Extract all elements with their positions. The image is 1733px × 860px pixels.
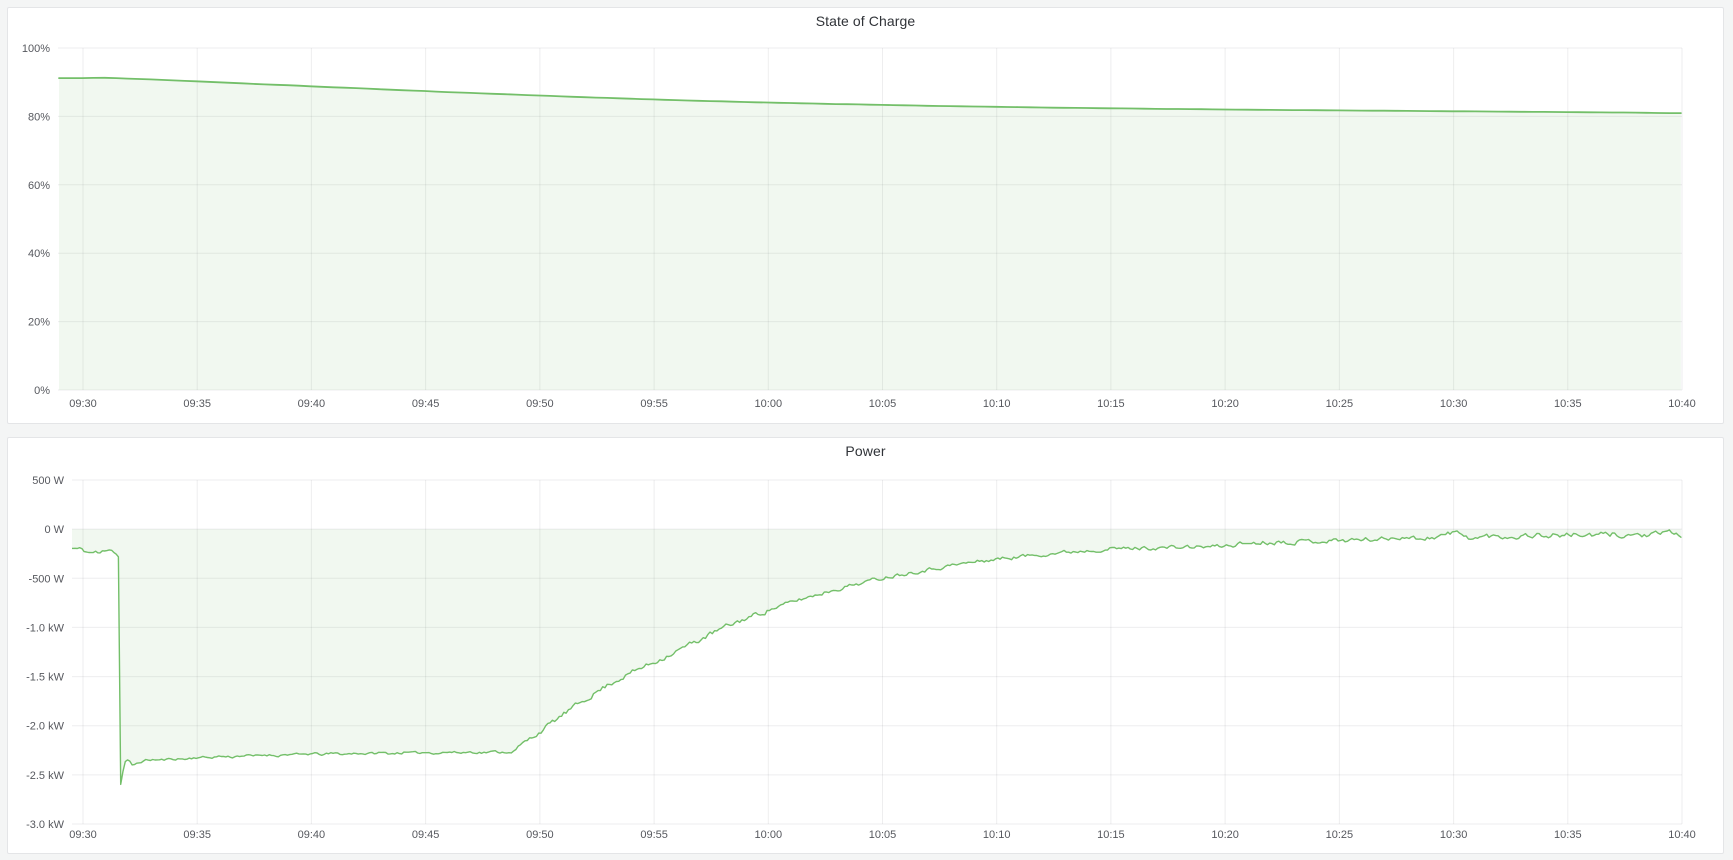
y-tick-label: 40%	[28, 248, 50, 260]
soc-chart[interactable]: 100% 80% 60% 40% 20% 0% 09:30 09:35 09:40 09:45 09…	[8, 34, 1723, 423]
x-tick-label: 09:55	[640, 829, 668, 841]
x-tick-label: 09:30	[69, 829, 97, 841]
x-tick-label: 10:40	[1668, 829, 1696, 841]
soc-chart-svg[interactable]: 100% 80% 60% 40% 20% 0% 09:30 09:35 09:40 09:45 09…	[8, 34, 1723, 423]
x-tick-label: 09:35	[183, 829, 211, 841]
panel-title[interactable]: Power	[845, 443, 885, 459]
x-tick-label: 10:20	[1211, 829, 1239, 841]
x-tick-label: 10:00	[755, 398, 783, 410]
y-tick-label: 80%	[28, 111, 50, 123]
panel-state-of-charge: State of Charge 100% 80% 60% 40% 20% 0% 09:30 0…	[7, 7, 1724, 424]
x-tick-label: 10:15	[1097, 398, 1125, 410]
panel-power: Power 500 W 0 W -500 W -1.0 kW -1.5 kW -2.0 k…	[7, 437, 1724, 854]
x-tick-label: 09:40	[298, 829, 326, 841]
x-tick-label: 10:10	[983, 398, 1011, 410]
x-tick-label: 09:45	[412, 829, 440, 841]
y-tick-label: 500 W	[32, 475, 64, 487]
x-tick-label: 10:30	[1440, 829, 1468, 841]
y-tick-label: 60%	[28, 180, 50, 192]
x-tick-label: 10:10	[983, 829, 1011, 841]
x-tick-label: 09:50	[526, 829, 554, 841]
x-tick-label: 10:20	[1211, 398, 1239, 410]
y-tick-label: -2.0 kW	[26, 721, 65, 733]
x-tick-label: 10:40	[1668, 398, 1696, 410]
x-tick-label: 09:30	[69, 398, 97, 410]
series-area-fill	[59, 78, 1681, 390]
x-tick-label: 10:25	[1326, 398, 1354, 410]
y-tick-label: 100%	[22, 43, 50, 55]
x-tick-label: 10:05	[869, 398, 897, 410]
y-tick-label: 20%	[28, 317, 50, 329]
y-tick-label: 0 W	[44, 524, 64, 536]
x-tick-label: 10:05	[869, 829, 897, 841]
x-tick-label: 09:50	[526, 398, 554, 410]
x-tick-label: 09:55	[640, 398, 668, 410]
x-tick-label: 09:40	[298, 398, 326, 410]
series-area-fill	[70, 529, 1681, 784]
power-chart[interactable]: 500 W 0 W -500 W -1.0 kW -1.5 kW -2.0 kW -2.5 …	[8, 464, 1723, 853]
y-tick-label: -1.5 kW	[26, 672, 65, 684]
x-tick-label: 10:35	[1554, 829, 1582, 841]
x-tick-label: 10:30	[1440, 398, 1468, 410]
x-tick-label: 10:15	[1097, 829, 1125, 841]
panel-title[interactable]: State of Charge	[816, 13, 916, 29]
y-tick-label: -500 W	[29, 573, 65, 585]
x-tick-label: 10:35	[1554, 398, 1582, 410]
panel-header[interactable]: Power	[8, 438, 1723, 464]
x-tick-label: 09:35	[183, 398, 211, 410]
x-tick-label: 09:45	[412, 398, 440, 410]
x-tick-label: 10:25	[1326, 829, 1354, 841]
y-tick-label: -2.5 kW	[26, 770, 65, 782]
y-tick-label: -3.0 kW	[26, 819, 65, 831]
panel-header[interactable]: State of Charge	[8, 8, 1723, 34]
y-tick-label: -1.0 kW	[26, 622, 65, 634]
y-tick-label: 0%	[34, 385, 50, 397]
x-tick-label: 10:00	[755, 829, 783, 841]
dashboard-page: { "page": { "background_color": "#f4f5f5…	[0, 0, 1733, 860]
power-chart-svg[interactable]: 500 W 0 W -500 W -1.0 kW -1.5 kW -2.0 kW -2.5 …	[8, 464, 1723, 853]
